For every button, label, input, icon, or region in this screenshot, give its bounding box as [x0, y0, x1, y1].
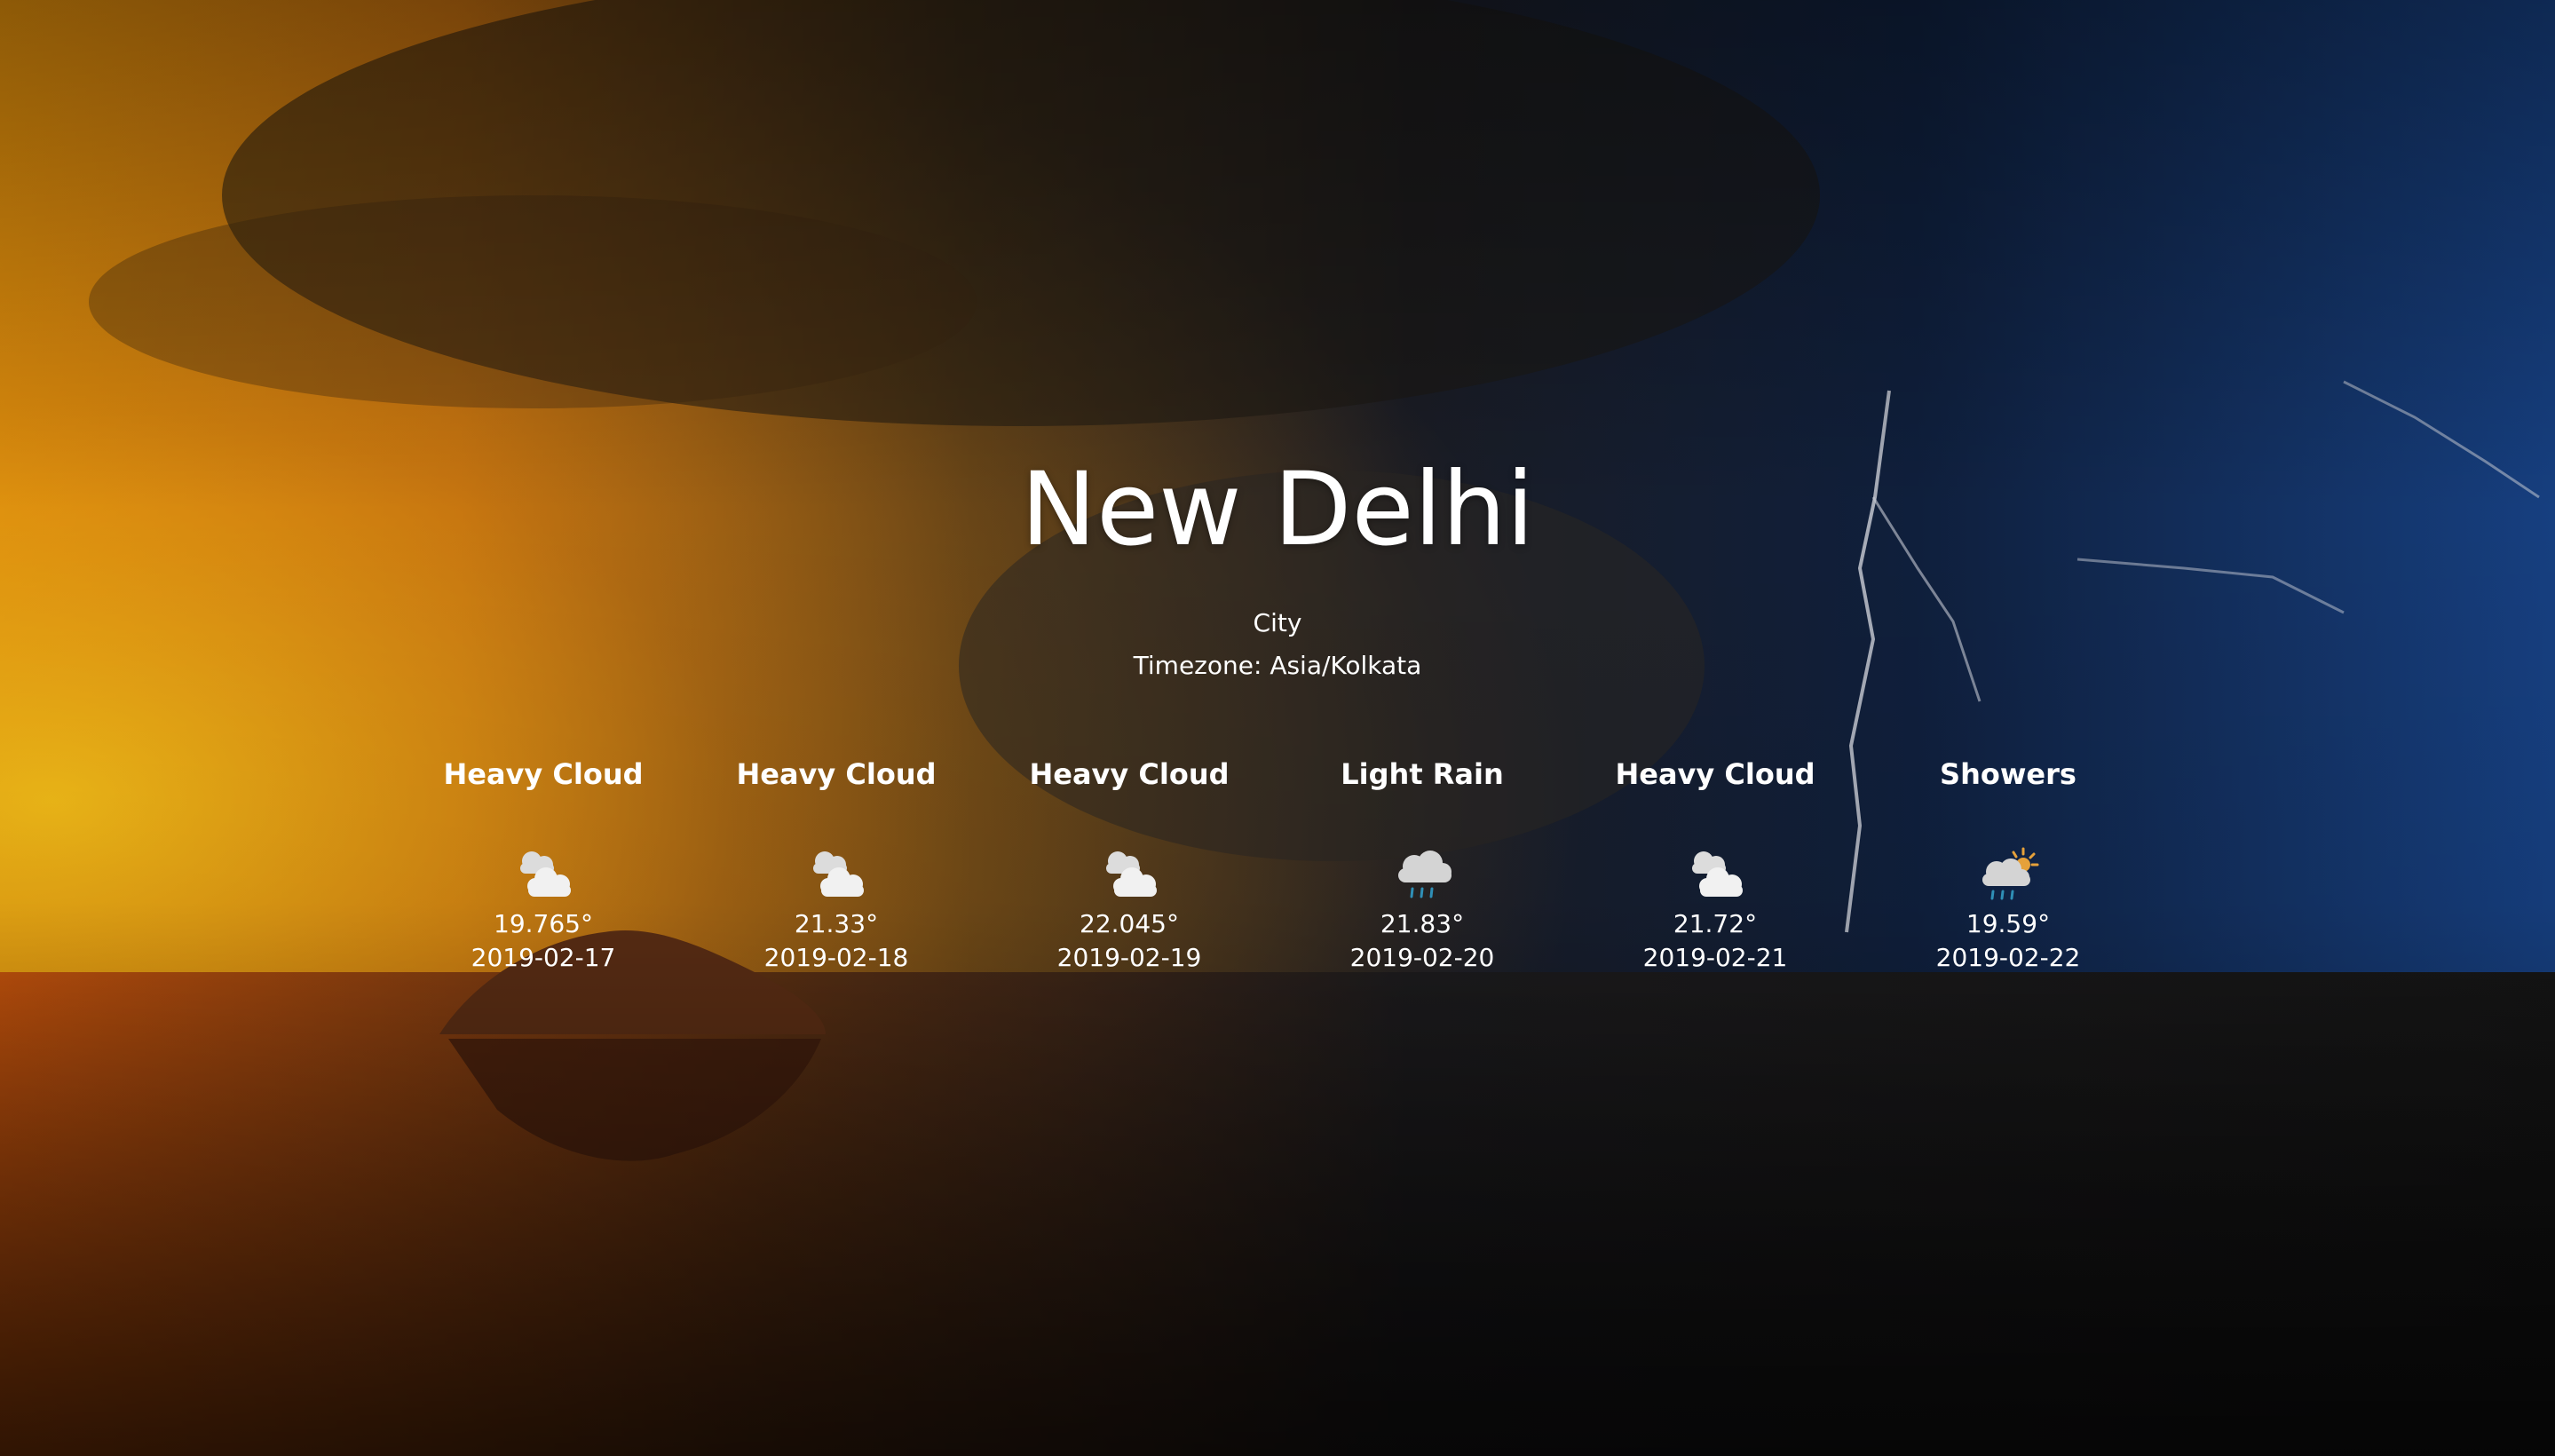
forecast-day-1: Heavy Cloud 19.765° 2019-02-17 — [397, 755, 690, 975]
weather-page: New Delhi City Timezone: Asia/Kolkata He… — [0, 0, 2555, 1456]
forecast-temperature: 19.59° — [1966, 909, 2051, 938]
forecast-date: 2019-02-21 — [1642, 943, 1788, 972]
location-type: City — [1253, 608, 1302, 637]
forecast-day-5: Heavy Cloud 21.72° 2019-02-21 — [1569, 755, 1862, 975]
forecast-temperature: 21.72° — [1673, 909, 1758, 938]
heavy-cloud-icon — [813, 851, 864, 897]
forecast-date: 2019-02-19 — [1056, 943, 1202, 972]
timezone-label: Timezone: Asia/Kolkata — [1133, 651, 1422, 680]
forecast-condition: Heavy Cloud — [736, 757, 937, 791]
forecast-day-2: Heavy Cloud 21.33° 2019-02-18 — [690, 755, 983, 975]
forecast-temperature: 22.045° — [1080, 909, 1179, 938]
forecast-date: 2019-02-20 — [1349, 943, 1495, 972]
forecast-day-4: Light Rain 21.83° 2019-02-20 — [1276, 755, 1569, 975]
forecast-date: 2019-02-18 — [763, 943, 909, 972]
forecast-date: 2019-02-22 — [1935, 943, 2081, 972]
forecast-temperature: 19.765° — [494, 909, 593, 938]
light-rain-icon — [1398, 851, 1452, 898]
city-title: New Delhi — [1020, 450, 1535, 568]
forecast-day-6: Showers 19.59° 2019-02-22 — [1862, 755, 2155, 975]
forecast-condition: Showers — [1940, 757, 2076, 791]
forecast-condition: Heavy Cloud — [1615, 757, 1815, 791]
forecast-temperature: 21.33° — [794, 909, 879, 938]
showers-icon — [1982, 847, 2039, 900]
forecast-temperature: 21.83° — [1380, 909, 1465, 938]
forecast-condition: Heavy Cloud — [443, 757, 644, 791]
forecast-condition: Light Rain — [1341, 757, 1504, 791]
forecast-condition: Heavy Cloud — [1029, 757, 1230, 791]
forecast-day-3: Heavy Cloud 22.045° 2019-02-19 — [983, 755, 1276, 975]
heavy-cloud-icon — [520, 851, 571, 897]
heavy-cloud-icon — [1692, 851, 1743, 897]
forecast-date: 2019-02-17 — [471, 943, 616, 972]
heavy-cloud-icon — [1106, 851, 1157, 897]
